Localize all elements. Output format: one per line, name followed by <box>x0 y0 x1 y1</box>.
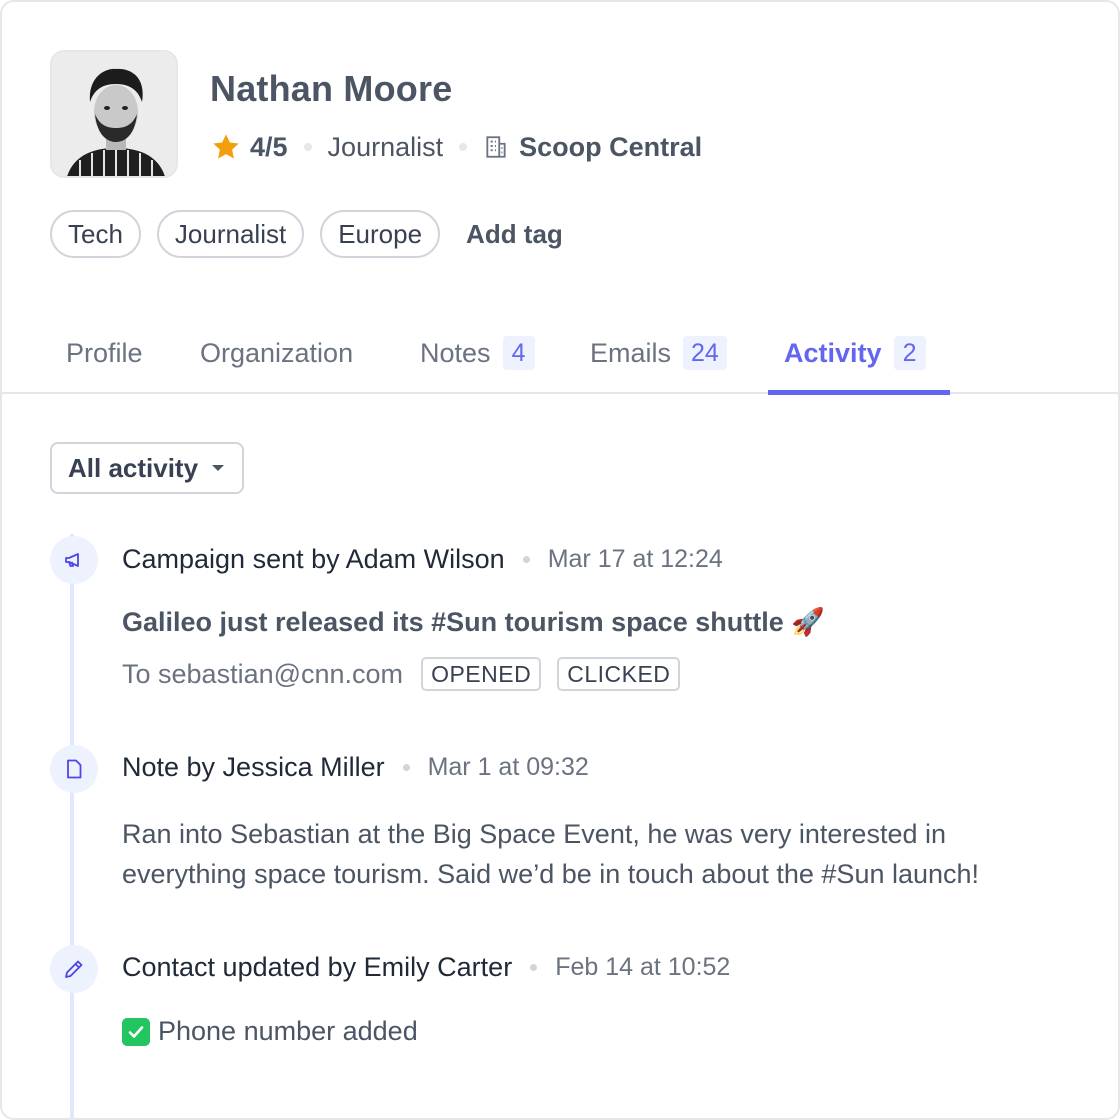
activity-title: Note by Jessica Miller <box>122 751 385 782</box>
contact-organization[interactable]: Scoop Central <box>519 132 702 163</box>
avatar-photo <box>52 52 176 176</box>
campaign-recipient: To sebastian@cnn.com <box>122 658 404 689</box>
tab-label: Notes <box>420 337 491 368</box>
activity-item-header: Contact updated by Emily Carter Feb 14 a… <box>122 947 730 987</box>
contact-name: Nathan Moore <box>210 68 453 109</box>
activity-item-header: Note by Jessica Miller Mar 1 at 09:32 <box>122 747 589 787</box>
note-body: Ran into Sebastian at the Big Space Even… <box>122 814 1102 894</box>
star-icon <box>213 134 239 159</box>
tag-chip[interactable]: Journalist <box>156 210 305 258</box>
activity-title: Campaign sent by Adam Wilson <box>122 543 505 574</box>
avatar <box>50 50 178 178</box>
meta-separator <box>530 963 538 971</box>
timeline-line <box>70 534 74 1118</box>
activity-filter-dropdown[interactable]: All activity <box>50 442 244 494</box>
building-icon <box>486 136 506 158</box>
count-badge: 2 <box>893 336 926 370</box>
caret-down-icon <box>212 465 225 471</box>
tab-bar: Profile Organization Notes 4 Emails 24 A… <box>2 312 1118 395</box>
tab-organization[interactable]: Organization <box>200 312 353 394</box>
filter-label: All activity <box>68 452 199 483</box>
tab-label: Emails <box>590 337 672 368</box>
activity-item-header: Campaign sent by Adam Wilson Mar 17 at 1… <box>122 539 723 579</box>
update-body: Phone number added <box>122 1016 418 1047</box>
count-badge: 24 <box>683 336 727 370</box>
contact-meta: 4/5 Journalist Scoop Central <box>210 126 702 168</box>
check-icon <box>122 1017 150 1046</box>
meta-separator <box>303 143 312 151</box>
tab-label: Profile <box>66 337 143 368</box>
pencil-icon <box>50 945 98 993</box>
rating-value: 4/5 <box>250 131 288 162</box>
meta-separator <box>402 763 410 771</box>
status-badge-opened: OPENED <box>421 657 542 691</box>
tab-label: Organization <box>200 337 354 368</box>
contact-card: Nathan Moore 4/5 Journalist Scoop Centra… <box>0 0 1120 1120</box>
count-badge: 4 <box>502 336 535 370</box>
megaphone-icon <box>50 536 98 584</box>
contact-role: Journalist <box>327 131 444 162</box>
activity-title: Contact updated by Emily Carter <box>122 951 513 982</box>
note-body-line: Ran into Sebastian at the Big Space Even… <box>122 819 946 849</box>
campaign-recipient-row: To sebastian@cnn.com OPENED CLICKED <box>122 656 696 692</box>
note-body-line: everything space tourism. Said we’d be i… <box>122 859 980 889</box>
note-icon <box>50 745 98 793</box>
activity-timestamp: Mar 17 at 12:24 <box>547 544 723 573</box>
active-tab-indicator <box>768 390 950 395</box>
tab-profile[interactable]: Profile <box>66 312 143 394</box>
update-description: Phone number added <box>158 1016 418 1046</box>
campaign-subject[interactable]: Galileo just released its #Sun tourism s… <box>122 606 825 638</box>
meta-separator <box>459 143 468 151</box>
tab-label: Activity <box>784 337 882 368</box>
tag-list: Tech Journalist Europe Add tag <box>50 210 563 258</box>
tag-chip[interactable]: Europe <box>320 210 441 258</box>
tab-emails[interactable]: Emails 24 <box>590 312 727 394</box>
activity-timestamp: Feb 14 at 10:52 <box>555 952 731 981</box>
tag-chip[interactable]: Tech <box>50 210 141 258</box>
meta-separator <box>522 555 530 563</box>
tab-activity[interactable]: Activity 2 <box>784 312 926 394</box>
activity-timestamp: Mar 1 at 09:32 <box>427 752 589 781</box>
tab-notes[interactable]: Notes 4 <box>420 312 535 394</box>
status-badge-clicked: CLICKED <box>557 657 681 691</box>
add-tag-button[interactable]: Add tag <box>466 219 563 250</box>
